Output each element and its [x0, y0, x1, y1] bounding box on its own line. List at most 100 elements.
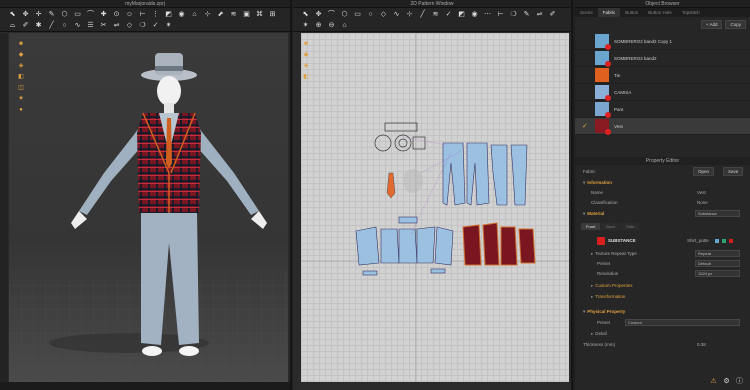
thickness-value[interactable]: 0.38 — [697, 342, 706, 347]
tab-side[interactable]: Side — [621, 223, 640, 230]
add-fabric-button[interactable]: + Add — [700, 20, 723, 29]
polygon-icon[interactable]: ⬡ — [60, 10, 69, 19]
check-seam-icon[interactable]: ✓ — [444, 10, 453, 19]
warning-icon[interactable]: ⚠ — [709, 377, 718, 386]
texture-icon[interactable]: ◩ — [457, 10, 466, 19]
tack-icon[interactable]: ✚ — [99, 10, 108, 19]
ellipse-icon[interactable]: ○ — [366, 10, 375, 19]
pattern-canvas[interactable] — [301, 33, 569, 382]
display-light-icon[interactable]: ✷ — [17, 95, 25, 103]
save-button[interactable]: Save — [723, 167, 744, 176]
circle-icon[interactable]: ○ — [60, 21, 69, 30]
name-value[interactable]: Vest — [697, 190, 706, 195]
transform-icon[interactable]: ⬉ — [301, 10, 310, 19]
curve-icon[interactable]: ⌒ — [327, 10, 336, 19]
display-image-icon[interactable]: ◧ — [302, 73, 310, 81]
fold-icon[interactable]: ⊹ — [405, 10, 414, 19]
zipper-icon[interactable]: ⋮ — [151, 10, 160, 19]
display-pattern-icon[interactable]: ☻ — [302, 40, 310, 48]
stitch-icon[interactable]: ≋ — [229, 10, 238, 19]
pleat-icon[interactable]: ⊢ — [496, 10, 505, 19]
info-icon[interactable]: ⓘ — [735, 377, 744, 386]
brush-icon[interactable]: ✎ — [47, 10, 56, 19]
grid-icon[interactable]: ⊞ — [268, 10, 277, 19]
segment-icon[interactable]: ╱ — [418, 10, 427, 19]
3d-viewport[interactable] — [9, 33, 288, 382]
seam-icon[interactable]: ∿ — [392, 10, 401, 19]
snap-icon[interactable]: ⊹ — [203, 10, 212, 19]
open-button[interactable]: Open — [693, 167, 715, 176]
line-icon[interactable]: ╱ — [47, 21, 56, 30]
button-icon[interactable]: ◉ — [177, 10, 186, 19]
material-dropdown[interactable]: Substance — [695, 210, 740, 217]
resolution-dropdown[interactable]: 1024 px — [695, 270, 740, 277]
layer-icon[interactable]: ☰ — [86, 21, 95, 30]
grade-icon[interactable]: ✶ — [301, 21, 310, 30]
topstitch-icon[interactable]: ⋯ — [483, 10, 492, 19]
rect-icon[interactable]: ▭ — [73, 10, 82, 19]
button-icon[interactable]: ◉ — [470, 10, 479, 19]
display-garment-icon[interactable]: ◆ — [17, 51, 25, 59]
annotation-icon[interactable]: ✎ — [522, 10, 531, 19]
detail-row[interactable]: ▸ Detail — [575, 329, 750, 338]
tab-front[interactable]: Front — [581, 223, 601, 230]
substance-file[interactable]: Shirt_patte — [687, 238, 709, 243]
star-icon[interactable]: ✶ — [164, 21, 173, 30]
display-seam-icon[interactable]: ◆ — [302, 51, 310, 59]
display-mesh-icon[interactable]: ◧ — [17, 73, 25, 81]
trim-icon[interactable]: ◇ — [125, 21, 134, 30]
copy-fabric-button[interactable]: Copy — [725, 20, 746, 29]
physical-property-row[interactable]: ▾ Physical Property — [575, 307, 750, 316]
display-texture-icon[interactable]: ◈ — [17, 62, 25, 70]
hide-icon[interactable]: ⊖ — [327, 21, 336, 30]
sew-icon[interactable]: ∿ — [73, 21, 82, 30]
check-icon[interactable]: ✓ — [151, 21, 160, 30]
fit-icon[interactable]: ⌘ — [255, 10, 264, 19]
measure-icon[interactable]: ⊢ — [138, 10, 147, 19]
scissors-icon[interactable]: ✂ — [99, 21, 108, 30]
dart-icon[interactable]: ◇ — [379, 10, 388, 19]
fold-icon[interactable]: ⌒ — [86, 10, 95, 19]
fabric-item[interactable]: Pant — [575, 101, 750, 118]
color-chip-green[interactable] — [722, 238, 726, 243]
point-icon[interactable]: ⊙ — [112, 10, 121, 19]
cursor-icon[interactable]: ⬈ — [216, 10, 225, 19]
view-icon[interactable]: ⌂ — [340, 21, 349, 30]
pin-icon[interactable]: ✛ — [34, 10, 43, 19]
select-icon[interactable]: ⬉ — [8, 10, 17, 19]
rect-icon[interactable]: ▭ — [353, 10, 362, 19]
avatar-icon[interactable]: ☺ — [125, 10, 134, 19]
settings-icon[interactable]: ⚙ — [722, 377, 731, 386]
classification-value[interactable]: None — [697, 200, 708, 205]
display-color-icon[interactable]: ● — [17, 106, 25, 114]
custom-properties-row[interactable]: ▸ Custom Properties — [575, 281, 750, 290]
display-pressure-icon[interactable]: ◫ — [17, 84, 25, 92]
fabric-item[interactable]: ✓ Vest — [575, 118, 750, 135]
tab-button[interactable]: Button — [620, 8, 643, 17]
camera-icon[interactable]: ⌂ — [190, 10, 199, 19]
polygon-icon[interactable]: ⬡ — [340, 10, 349, 19]
symmetric-icon[interactable]: ⇌ — [112, 21, 121, 30]
light-icon[interactable]: ✱ — [34, 21, 43, 30]
color-chip-red[interactable] — [729, 238, 733, 243]
lasso-icon[interactable]: ❍ — [509, 10, 518, 19]
free-seam-icon[interactable]: ≋ — [431, 10, 440, 19]
transformation-row[interactable]: ▸ Transformation — [575, 292, 750, 301]
fabric-item[interactable]: CAMISA — [575, 84, 750, 101]
tab-back[interactable]: Back — [601, 223, 621, 230]
fabric-item[interactable]: SOMBRERO2 band2 — [575, 50, 750, 67]
hanger-icon[interactable]: ⌓ — [8, 21, 17, 30]
preset-dropdown[interactable]: Default — [695, 260, 740, 267]
tab-button-hole[interactable]: Button Hole — [643, 8, 677, 17]
zoom-icon[interactable]: ⊕ — [314, 21, 323, 30]
fabric-item[interactable]: Tie — [575, 67, 750, 84]
texture-repeat-dropdown[interactable]: Repeat — [695, 250, 740, 257]
grain-icon[interactable]: ⇌ — [535, 10, 544, 19]
physical-preset-dropdown[interactable]: Custom — [625, 319, 740, 326]
edit-point-icon[interactable]: ✥ — [314, 10, 323, 19]
fabric-item[interactable]: SOMBRERO2 band2 Copy 1 — [575, 33, 750, 50]
tab-scene[interactable]: Scene — [575, 8, 598, 17]
tab-fabric[interactable]: Fabric — [597, 8, 621, 17]
move-icon[interactable]: ✥ — [21, 10, 30, 19]
information-section[interactable]: ▾ Information — [575, 178, 750, 187]
